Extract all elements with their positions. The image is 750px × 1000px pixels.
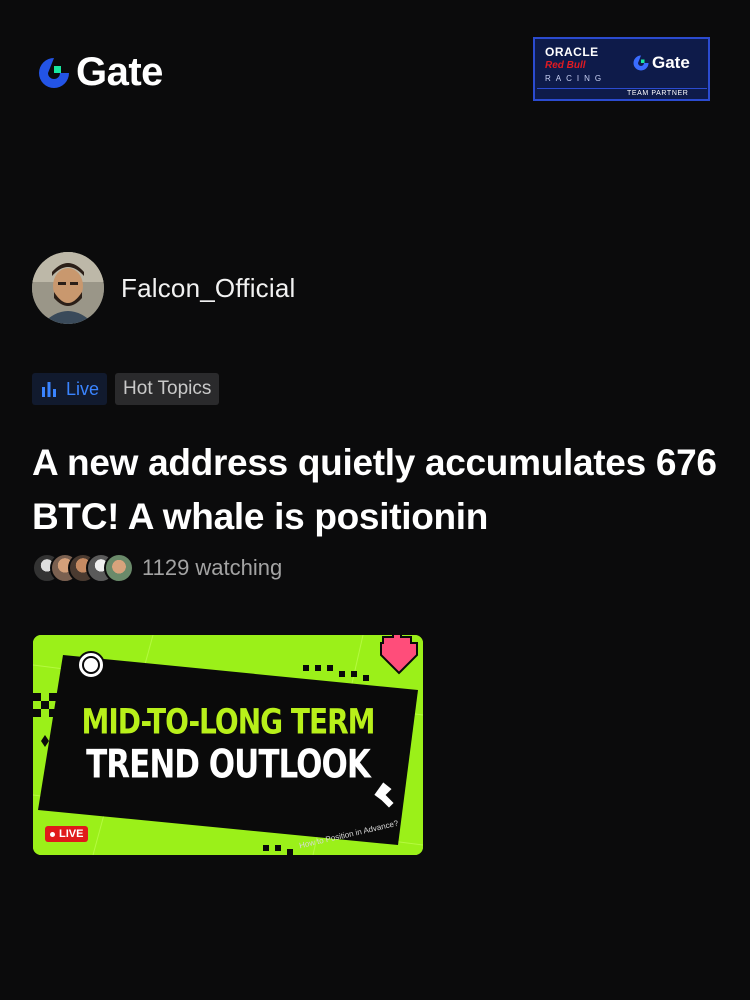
gate-logo[interactable]: Gate: [36, 50, 163, 95]
gate-small-icon: [633, 55, 649, 71]
gate-logo-icon: [36, 55, 72, 91]
live-tag[interactable]: Live: [32, 373, 108, 405]
oracle-redbull-logo: ORACLE Red Bull RACING: [537, 41, 629, 93]
racing-text: RACING: [545, 74, 607, 83]
team-partner-text: TEAM PARTNER: [627, 90, 689, 97]
oracle-text: ORACLE: [545, 45, 599, 59]
live-dot-icon: [50, 831, 55, 837]
thumbnail-title-line2: TREND OUTLOOK: [86, 742, 371, 788]
live-stream-thumbnail[interactable]: MID-TO-LONG TERM TREND OUTLOOK How to Po…: [33, 635, 423, 855]
hot-topics-tag[interactable]: Hot Topics: [115, 373, 220, 405]
partner-gate-logo: Gate: [632, 53, 690, 73]
post-title[interactable]: A new address quietly accumulates 676 BT…: [32, 436, 722, 544]
watching-count: 1129 watching: [142, 555, 283, 580]
author-row[interactable]: Falcon_Official: [32, 252, 296, 324]
redbull-text: Red Bull: [545, 60, 586, 71]
partner-divider: [537, 88, 707, 89]
live-badge-label: LIVE: [59, 828, 84, 840]
live-bars-icon: [42, 382, 56, 397]
live-badge: LIVE: [45, 826, 89, 842]
partner-gate-text: Gate: [652, 53, 690, 72]
brand-name: Gate: [76, 50, 163, 94]
author-name[interactable]: Falcon_Official: [121, 273, 296, 304]
viewer-avatars: [32, 553, 134, 583]
app-header: Gate ORACLE Red Bull RACING Gate TEAM PA…: [0, 0, 750, 140]
post-tags: Live Hot Topics: [32, 373, 220, 405]
team-partner-banner[interactable]: ORACLE Red Bull RACING Gate TEAM PARTNER: [533, 37, 710, 101]
author-avatar[interactable]: [32, 252, 104, 324]
thumbnail-title-line1: MID-TO-LONG TERM: [81, 700, 375, 743]
viewer-avatar: [104, 553, 134, 583]
watching-row: 1129 watching: [32, 553, 282, 583]
live-tag-label: Live: [66, 378, 100, 399]
